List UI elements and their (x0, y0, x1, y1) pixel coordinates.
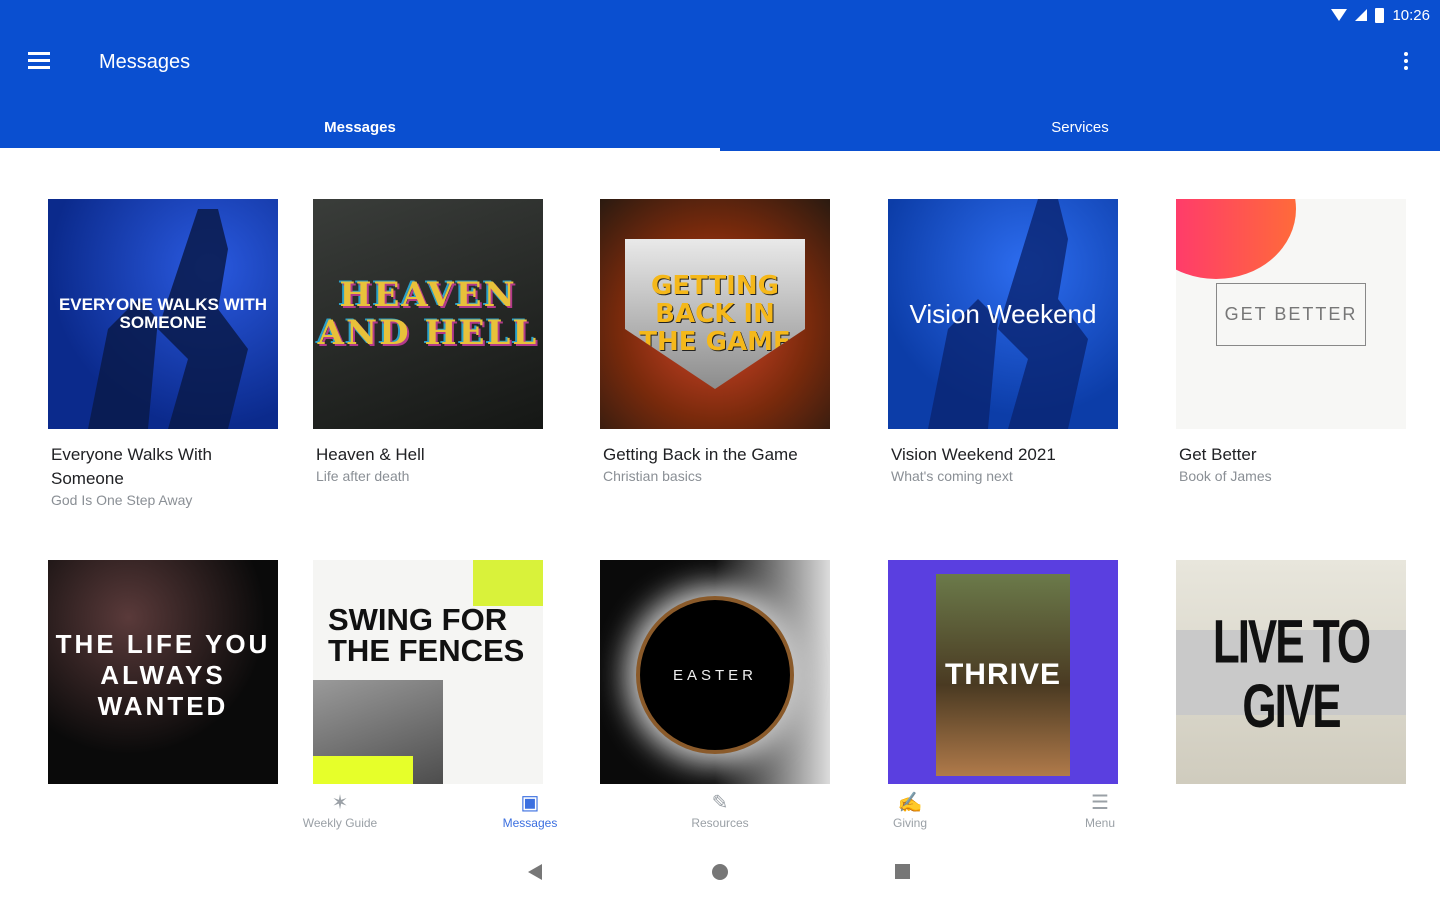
more-vert-icon[interactable] (1398, 52, 1414, 76)
series-artwork-text: GET BETTER (1215, 282, 1367, 346)
nav-menu[interactable]: ☰ Menu (1040, 790, 1160, 840)
system-navigation-bar (0, 844, 1440, 900)
card-title: Getting Back in the Game (603, 445, 798, 464)
card-subtitle: Life after death (316, 468, 410, 484)
series-artwork-text: LIVE TO GIVE (1212, 607, 1371, 741)
nav-giving[interactable]: ✍ Giving (850, 790, 970, 840)
card-subtitle: Christian basics (603, 468, 702, 484)
series-artwork-text: SWING FOR THE FENCES (328, 602, 525, 668)
nav-weekly-guide[interactable]: ✶ Weekly Guide (280, 790, 400, 840)
hamburger-menu-icon[interactable] (28, 52, 54, 74)
message-card[interactable]: HEAVEN AND HELL Heaven & Hell Life after… (313, 199, 543, 484)
card-subtitle: God Is One Step Away (51, 492, 193, 508)
accent-block (313, 756, 413, 784)
nav-label: Resources (691, 816, 749, 830)
series-artwork-text: THE LIFE YOU ALWAYS WANTED (55, 628, 271, 721)
home-icon[interactable] (712, 864, 728, 880)
recents-icon[interactable] (895, 864, 910, 879)
series-artwork: EVERYONE WALKS WITH SOMEONE (48, 199, 278, 429)
series-artwork: Vision Weekend (888, 199, 1118, 429)
message-card[interactable]: SWING FOR THE FENCES (313, 560, 543, 784)
shield-icon: GETTING BACK IN THE GAME (625, 239, 805, 389)
nav-label: Menu (1084, 816, 1116, 830)
resources-icon: ✎ (711, 792, 729, 814)
message-card[interactable]: EVERYONE WALKS WITH SOMEONE Everyone Wal… (48, 199, 278, 508)
message-card[interactable]: EASTER (600, 560, 830, 784)
status-time: 10:26 (1392, 6, 1430, 24)
nav-label: Messages (502, 816, 558, 830)
message-card[interactable]: THRIVE (888, 560, 1118, 784)
series-artwork: EASTER (600, 560, 830, 784)
status-bar: 10:26 (1331, 6, 1430, 24)
card-subtitle: What's coming next (891, 468, 1013, 484)
series-artwork: GET BETTER (1176, 199, 1406, 429)
wifi-icon (1331, 9, 1348, 21)
app-bar: 10:26 Messages Messages Services (0, 0, 1440, 151)
series-artwork: HEAVEN AND HELL (313, 199, 543, 429)
series-artwork: SWING FOR THE FENCES (313, 560, 543, 784)
bottom-navigation: ✶ Weekly Guide ▣ Messages ✎ Resources ✍ … (0, 784, 1440, 844)
nav-resources[interactable]: ✎ Resources (660, 790, 780, 840)
series-artwork-text: HEAVEN AND HELL (317, 275, 539, 353)
nav-messages[interactable]: ▣ Messages (470, 790, 590, 840)
series-artwork: LIVE TO GIVE (1176, 560, 1406, 784)
nav-label: Giving (892, 816, 927, 830)
series-artwork: THE LIFE YOU ALWAYS WANTED (48, 560, 278, 784)
message-card[interactable]: GET BETTER Get Better Book of James (1176, 199, 1406, 484)
tab-messages[interactable]: Messages (0, 104, 720, 151)
eclipse-crown-icon: EASTER (636, 596, 794, 754)
message-card[interactable]: LIVE TO GIVE (1176, 560, 1406, 784)
message-card[interactable]: GETTING BACK IN THE GAME Getting Back in… (600, 199, 830, 484)
message-card[interactable]: THE LIFE YOU ALWAYS WANTED (48, 560, 278, 784)
sparkle-icon: ✶ (331, 792, 349, 814)
series-artwork-text: Vision Weekend (909, 298, 1097, 329)
giving-hand-icon: ✍ (897, 792, 923, 814)
accent-block (473, 560, 543, 606)
series-artwork: GETTING BACK IN THE GAME (600, 199, 830, 429)
series-artwork-text: GETTING BACK IN THE GAME (639, 271, 791, 357)
series-artwork-text: THRIVE (944, 658, 1061, 691)
card-title: Vision Weekend 2021 (891, 445, 1056, 464)
cell-signal-icon (1355, 9, 1368, 21)
series-artwork-text: EVERYONE WALKS WITH SOMEONE (58, 295, 268, 332)
card-title: Get Better (1179, 445, 1257, 464)
list-menu-icon: ☰ (1091, 792, 1109, 814)
page-title: Messages (99, 51, 191, 73)
card-title: Heaven & Hell (316, 445, 425, 464)
card-title: Everyone Walks With Someone (51, 445, 212, 488)
card-subtitle: Book of James (1179, 468, 1272, 484)
tab-services[interactable]: Services (720, 104, 1440, 151)
nav-label: Weekly Guide (302, 816, 378, 830)
series-artwork-text: EASTER (672, 666, 757, 684)
messages-grid: EVERYONE WALKS WITH SOMEONE Everyone Wal… (0, 151, 1440, 784)
messages-icon: ▣ (520, 792, 540, 814)
message-card[interactable]: Vision Weekend Vision Weekend 2021 What'… (888, 199, 1118, 484)
back-icon[interactable] (528, 864, 542, 880)
battery-icon (1375, 7, 1385, 23)
series-artwork: THRIVE (888, 560, 1118, 784)
gradient-blob (1176, 199, 1296, 279)
